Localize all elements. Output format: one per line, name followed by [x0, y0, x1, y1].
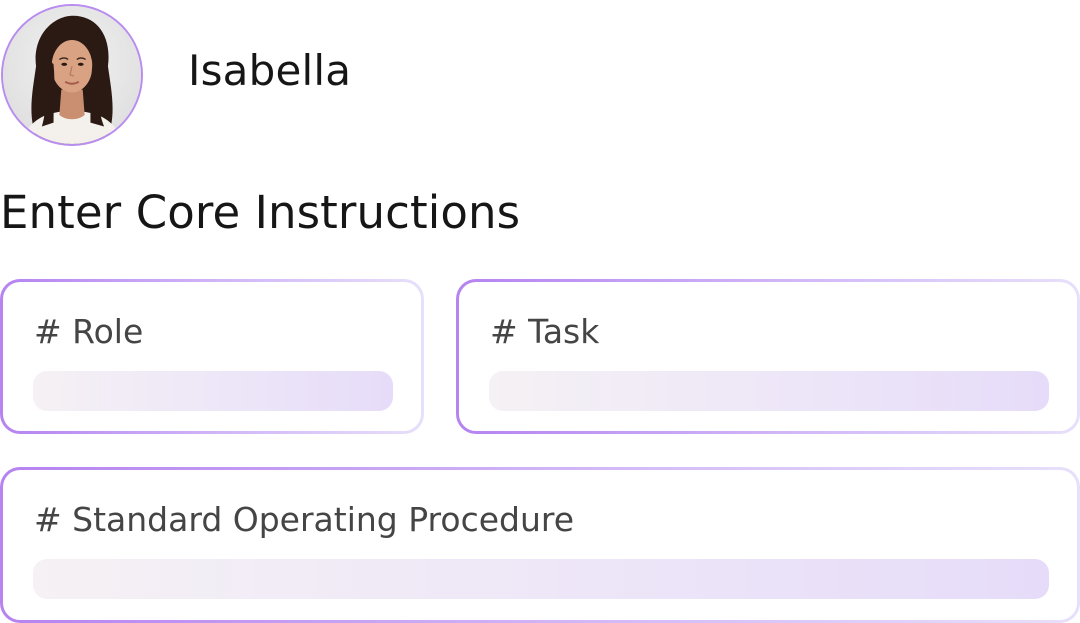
task-card[interactable]: # Task [456, 279, 1080, 434]
role-input[interactable] [33, 371, 393, 411]
agent-avatar [1, 4, 143, 146]
role-label: # Role [34, 312, 144, 351]
sop-input[interactable] [33, 559, 1049, 599]
agent-name: Isabella [188, 46, 352, 95]
role-card[interactable]: # Role [0, 279, 424, 434]
task-label: # Task [490, 312, 600, 351]
sop-label: # Standard Operating Procedure [34, 500, 575, 539]
person-portrait-icon [3, 6, 141, 144]
section-title: Enter Core Instructions [0, 186, 521, 239]
task-input[interactable] [489, 371, 1049, 411]
sop-card[interactable]: # Standard Operating Procedure [0, 467, 1080, 623]
